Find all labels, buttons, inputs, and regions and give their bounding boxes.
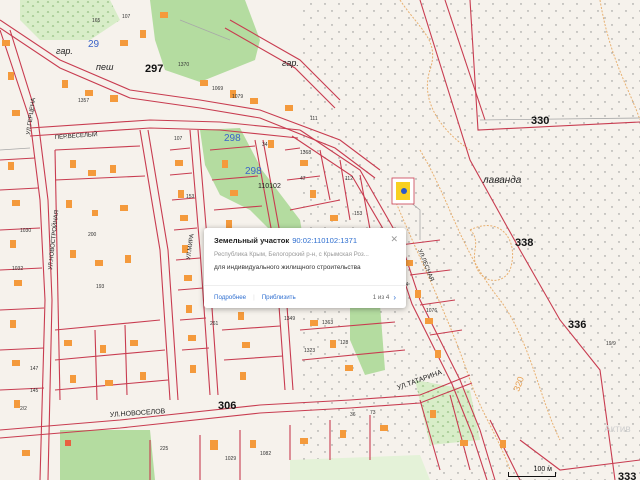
svg-text:1363: 1363 [322, 320, 333, 326]
footer-divider: | [253, 293, 255, 301]
label-gar-2: гар. [282, 58, 299, 68]
svg-text:153: 153 [186, 194, 195, 200]
svg-text:47: 47 [300, 176, 306, 182]
cadastral-number-link[interactable]: 90:02:110102:1371 [292, 236, 357, 245]
poi-marker[interactable] [391, 177, 415, 205]
svg-text:36: 36 [350, 412, 356, 418]
scale-bar: 100 м [508, 466, 556, 478]
chevron-right-icon[interactable]: › [393, 293, 396, 302]
svg-text:112: 112 [345, 176, 353, 182]
svg-text:111: 111 [310, 116, 318, 122]
svg-text:1032: 1032 [12, 266, 23, 272]
svg-text:73: 73 [370, 410, 376, 416]
svg-text:147: 147 [30, 366, 39, 372]
svg-text:165: 165 [92, 18, 101, 24]
svg-text:145: 145 [30, 388, 39, 394]
svg-text:1029: 1029 [225, 456, 236, 462]
svg-text:1368: 1368 [300, 150, 311, 156]
label-110102: 110102 [258, 183, 281, 190]
label-pesh: пеш [96, 62, 114, 72]
pager-text: 1 из 4 [372, 293, 390, 301]
svg-text:225: 225 [160, 446, 169, 452]
parcel-info-popup: Земельный участок 90:02:110102:1371 ✕ Рес… [204, 228, 406, 308]
svg-text:1323: 1323 [304, 348, 315, 354]
popup-pager: 1 из 4 › [373, 293, 396, 302]
label-338: 338 [515, 237, 533, 249]
svg-text:1082: 1082 [260, 451, 271, 457]
svg-text:1030: 1030 [20, 228, 31, 234]
label-333: 333 [618, 471, 636, 480]
svg-text:107: 107 [122, 14, 131, 20]
svg-text:153: 153 [354, 211, 363, 217]
svg-text:1076: 1076 [426, 308, 437, 314]
svg-text:2/2: 2/2 [20, 406, 27, 412]
popup-usage: для индивидуального жилищного строительс… [214, 264, 361, 271]
svg-text:107: 107 [174, 136, 183, 142]
label-306: 306 [218, 400, 236, 412]
label-330: 330 [531, 115, 549, 127]
svg-text:1079: 1079 [232, 94, 243, 100]
close-icon[interactable]: ✕ [390, 234, 398, 245]
label-336: 336 [568, 319, 586, 331]
label-298-b: 298 [245, 166, 262, 177]
label-19-9: 19/9 [606, 341, 616, 347]
scale-label: 100 м [533, 466, 552, 473]
watermark-text: Актив [604, 424, 631, 435]
svg-text:34: 34 [262, 142, 268, 148]
svg-text:128: 128 [340, 340, 349, 346]
zoom-in-link[interactable]: Приблизить [262, 294, 296, 301]
popup-address: Республика Крым, Белогорский р-н, с Крым… [214, 251, 369, 258]
svg-text:261: 261 [210, 321, 219, 327]
label-29: 29 [88, 39, 100, 50]
svg-text:193: 193 [96, 284, 105, 290]
svg-text:1069: 1069 [212, 86, 223, 92]
svg-text:200: 200 [88, 232, 97, 238]
popup-header: Земельный участок 90:02:110102:1371 [214, 236, 396, 245]
label-298-a: 298 [224, 133, 241, 144]
label-297: 297 [145, 63, 163, 75]
svg-text:1370: 1370 [178, 62, 189, 68]
svg-text:1357: 1357 [78, 98, 89, 104]
svg-text:1349: 1349 [284, 316, 295, 322]
more-details-link[interactable]: Подробнее [214, 294, 246, 301]
popup-footer: Подробнее | Приблизить 1 из 4 › [204, 285, 406, 308]
popup-title: Земельный участок [214, 236, 290, 245]
label-gar-1: гар. [56, 46, 73, 56]
label-lavanda: лаванда [482, 175, 522, 186]
